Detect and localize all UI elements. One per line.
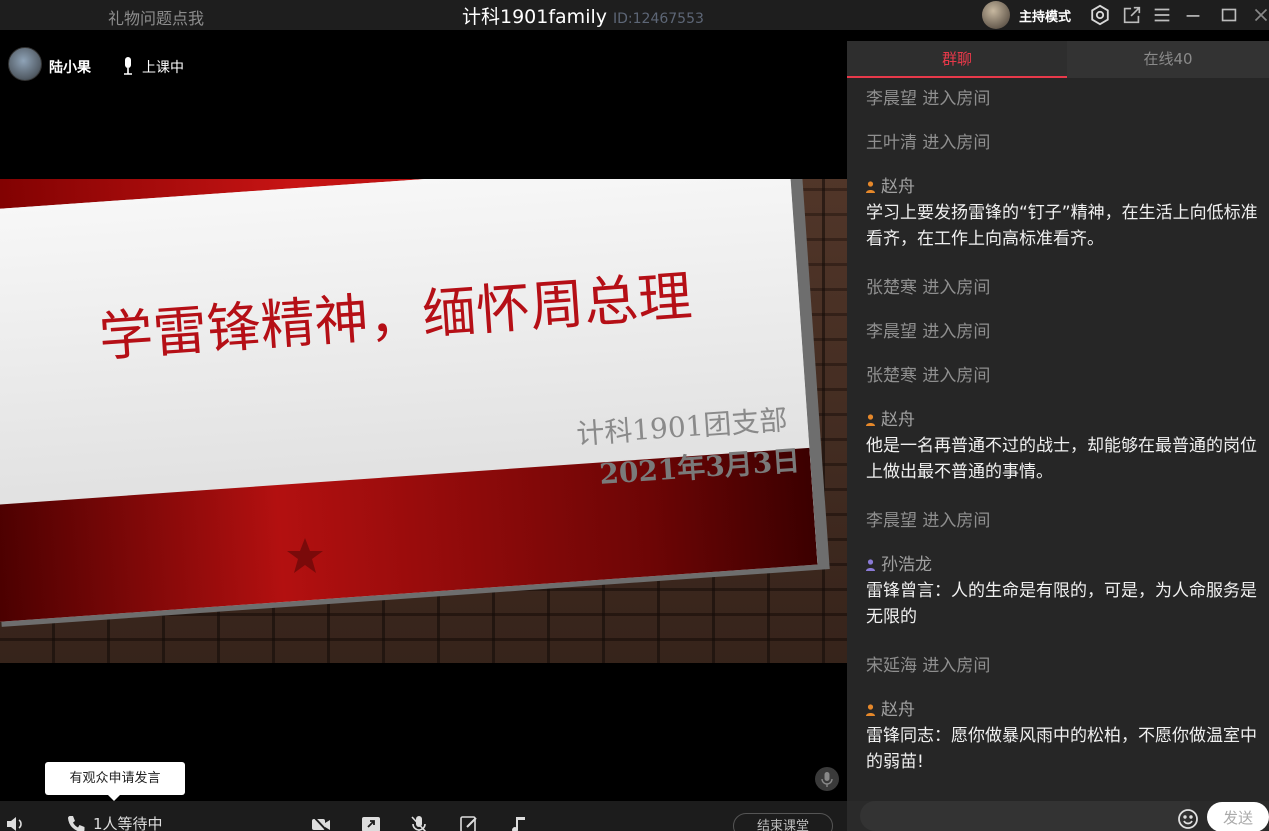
message-sender: 赵舟 [866, 697, 1261, 723]
gift-help-link[interactable]: 礼物问题点我 [108, 5, 204, 29]
speaker-icon[interactable] [4, 813, 26, 831]
presenter-name: 陆小果 [49, 60, 91, 76]
settings-icon[interactable] [1089, 4, 1111, 26]
slide-card [0, 179, 818, 622]
minimize-icon[interactable] [1182, 4, 1204, 26]
chat-input-area [847, 801, 1269, 831]
system-message: 张楚寒 进入房间 [866, 366, 991, 386]
camera-off-icon[interactable] [310, 813, 332, 831]
host-avatar[interactable] [982, 1, 1010, 29]
message-sender: 孙浩龙 [866, 552, 1261, 578]
room-name: 计科1901family [462, 6, 607, 28]
waiting-count[interactable]: 1人等待中 [93, 813, 163, 831]
system-message: 李晨望 进入房间 [866, 322, 991, 342]
system-message: 张楚寒 进入房间 [866, 278, 991, 298]
chat-input[interactable] [860, 801, 1190, 831]
system-message: 李晨望 进入房间 [866, 511, 991, 531]
menu-icon[interactable] [1151, 4, 1173, 26]
system-message: 王叶清 进入房间 [866, 133, 991, 153]
message-sender: 赵舟 [866, 174, 1261, 200]
system-message: 李晨望 进入房间 [866, 89, 991, 109]
star-icon [285, 536, 325, 576]
chat-panel: 群聊 在线40 李晨望 进入房间 王叶清 进入房间 赵舟 学习上要发扬雷锋的“钉… [847, 41, 1269, 831]
message-text: 他是一名再普通不过的战士，却能够在最普通的岗位上做出最不普通的事情。 [866, 436, 1257, 482]
phone-icon[interactable] [65, 813, 87, 831]
sender-name: 孙浩龙 [881, 555, 932, 575]
user-badge-icon [866, 553, 875, 571]
external-link-icon[interactable] [1121, 4, 1143, 26]
tab-group-chat[interactable]: 群聊 [847, 41, 1067, 78]
title-bar: 礼物问题点我 计科1901family ID:12467553 主持模式 [0, 0, 1269, 30]
room-id: ID:12467553 [613, 11, 704, 27]
emoji-icon[interactable] [1176, 807, 1200, 831]
sender-name: 赵舟 [881, 177, 915, 197]
microphone-icon [121, 56, 135, 76]
system-message: 宋延海 进入房间 [866, 656, 991, 676]
mic-muted-icon[interactable] [815, 767, 839, 791]
video-stage: 陆小果 上课中 学雷锋精神，缅怀周总理 计科1901团支部 2021年3月3日 [0, 41, 847, 801]
end-class-button[interactable]: 结束课堂 [733, 813, 833, 831]
user-badge-icon [866, 175, 875, 193]
user-badge-icon [866, 698, 875, 716]
presenter-avatar[interactable] [8, 47, 42, 81]
message-text: 雷锋曾言：人的生命是有限的，可是，为人命服务是无限的 [866, 581, 1257, 627]
speak-request-tooltip: 有观众申请发言 [45, 762, 185, 801]
close-icon[interactable] [1250, 4, 1269, 26]
host-mode-label[interactable]: 主持模式 [1019, 6, 1071, 25]
message-text: 雷锋同志：愿你做暴风雨中的松柏，不愿你做温室中的弱苗! [866, 726, 1257, 772]
user-badge-icon [866, 408, 875, 426]
class-status: 上课中 [142, 60, 184, 76]
sender-name: 赵舟 [881, 410, 915, 430]
message-sender: 赵舟 [866, 407, 1261, 433]
sender-name: 赵舟 [881, 700, 915, 720]
mic-off-icon[interactable] [408, 813, 430, 831]
music-icon[interactable] [508, 813, 530, 831]
room-title: 计科1901family ID:12467553 [462, 2, 704, 29]
whiteboard-icon[interactable] [458, 813, 480, 831]
send-button[interactable]: 发送 [1207, 802, 1269, 831]
share-screen-icon[interactable] [360, 813, 382, 831]
chat-message-list[interactable]: 李晨望 进入房间 王叶清 进入房间 赵舟 学习上要发扬雷锋的“钉子”精神，在生活… [847, 78, 1269, 798]
chat-tabs: 群聊 在线40 [847, 41, 1269, 78]
tab-online-users[interactable]: 在线40 [1067, 41, 1269, 78]
maximize-icon[interactable] [1218, 4, 1240, 26]
message-text: 学习上要发扬雷锋的“钉子”精神，在生活上向低标准看齐，在工作上向高标准看齐。 [866, 203, 1258, 249]
